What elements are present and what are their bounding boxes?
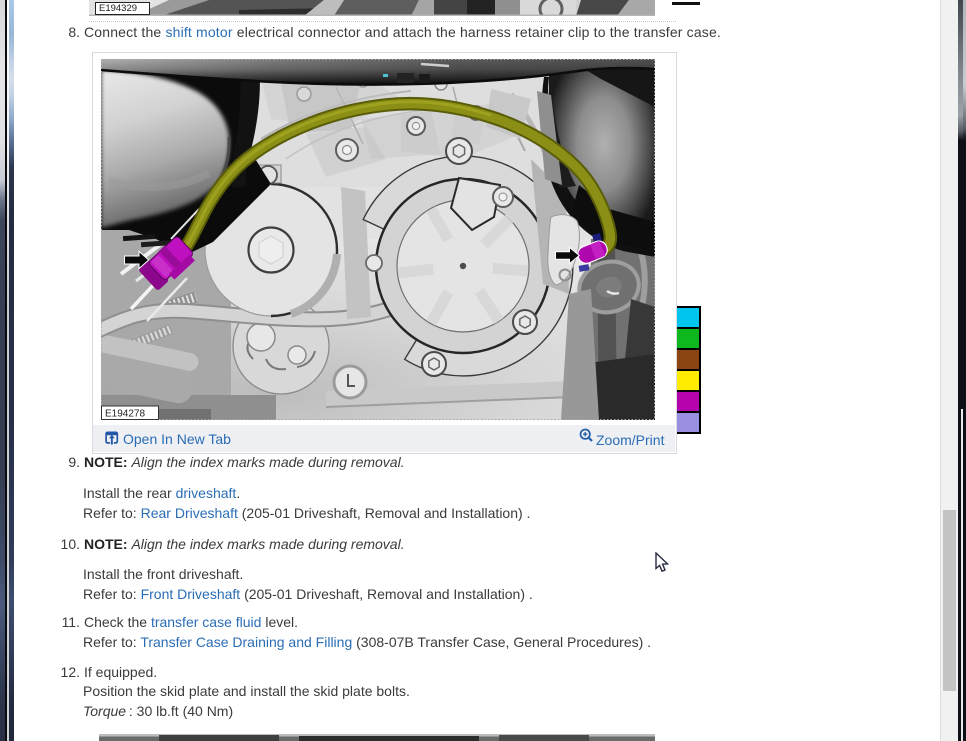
svg-text:E194278: E194278 <box>105 409 145 420</box>
